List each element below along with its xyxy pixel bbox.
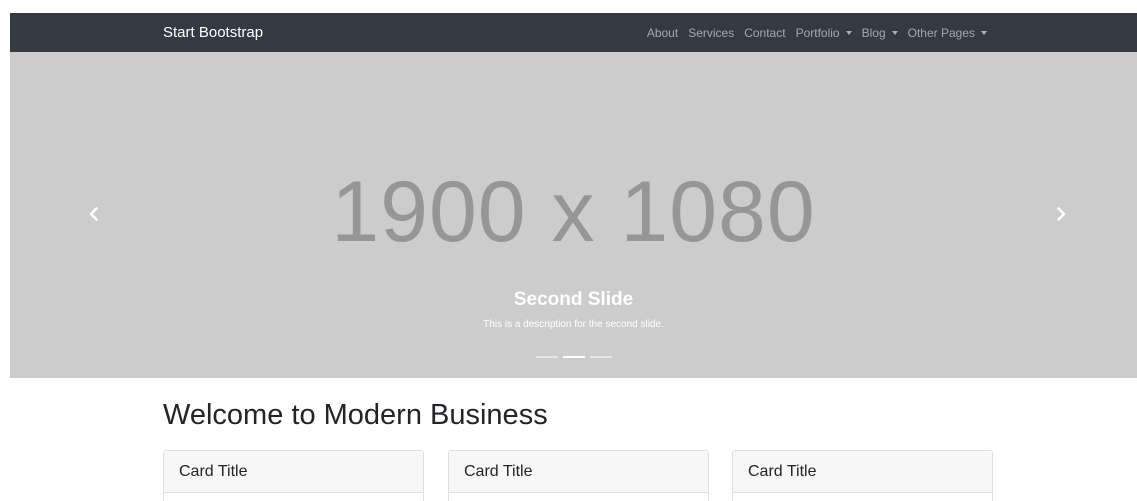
- slide-title: Second Slide: [513, 289, 634, 310]
- caret-down-icon: [845, 30, 852, 35]
- nav-link-services[interactable]: Services: [688, 26, 734, 40]
- caret-down-icon: [981, 30, 987, 35]
- page: Start Bootstrap About Services Contact P…: [0, 0, 1137, 501]
- chevron-right-icon: [1057, 207, 1066, 221]
- brand-link[interactable]: Start Bootstrap: [163, 13, 263, 52]
- hero-carousel: 1900 x 1080 Second Slide This is a descr…: [10, 52, 1137, 378]
- slide-placeholder-text: 1900 x 1080: [331, 164, 816, 260]
- carousel-caption: Second Slide This is a description for t…: [10, 288, 1137, 332]
- card-title: Card Title: [733, 451, 992, 493]
- nav-link-contact[interactable]: Contact: [744, 26, 785, 40]
- navbar: Start Bootstrap About Services Contact P…: [10, 13, 1137, 52]
- nav-link-services-label: Services: [688, 25, 735, 40]
- page-title: Welcome to Modern Business: [163, 399, 548, 431]
- nav-dropdown-blog-label: Blog: [861, 25, 886, 40]
- chevron-left-icon: [89, 207, 98, 221]
- nav-dropdown-portfolio-label: Portfolio: [795, 25, 840, 40]
- nav-dropdown-portfolio[interactable]: Portfolio: [796, 26, 852, 40]
- nav-link-contact-label: Contact: [744, 25, 786, 40]
- carousel-prev-button[interactable]: [84, 202, 104, 226]
- carousel-indicators: [10, 356, 1137, 358]
- carousel-indicator-1[interactable]: [535, 356, 558, 358]
- slide-description: This is a description for the second sli…: [483, 319, 664, 330]
- card-2: Card Title: [448, 450, 709, 501]
- carousel-next-button[interactable]: [1051, 202, 1071, 226]
- nav-dropdown-blog[interactable]: Blog: [862, 26, 898, 40]
- card-title: Card Title: [164, 451, 423, 493]
- nav-dropdown-other-pages[interactable]: Other Pages: [908, 26, 987, 40]
- carousel-indicator-2[interactable]: [562, 356, 585, 358]
- nav-link-about-label: About: [646, 25, 679, 40]
- carousel-indicator-3[interactable]: [589, 356, 612, 358]
- card-title: Card Title: [449, 451, 708, 493]
- caret-down-icon: [891, 30, 898, 35]
- card-1: Card Title: [163, 450, 424, 501]
- nav-link-about[interactable]: About: [647, 26, 678, 40]
- nav-dropdown-other-pages-label: Other Pages: [907, 25, 975, 40]
- nav-links: About Services Contact Portfolio Blog Ot…: [647, 13, 987, 52]
- card-3: Card Title: [732, 450, 993, 501]
